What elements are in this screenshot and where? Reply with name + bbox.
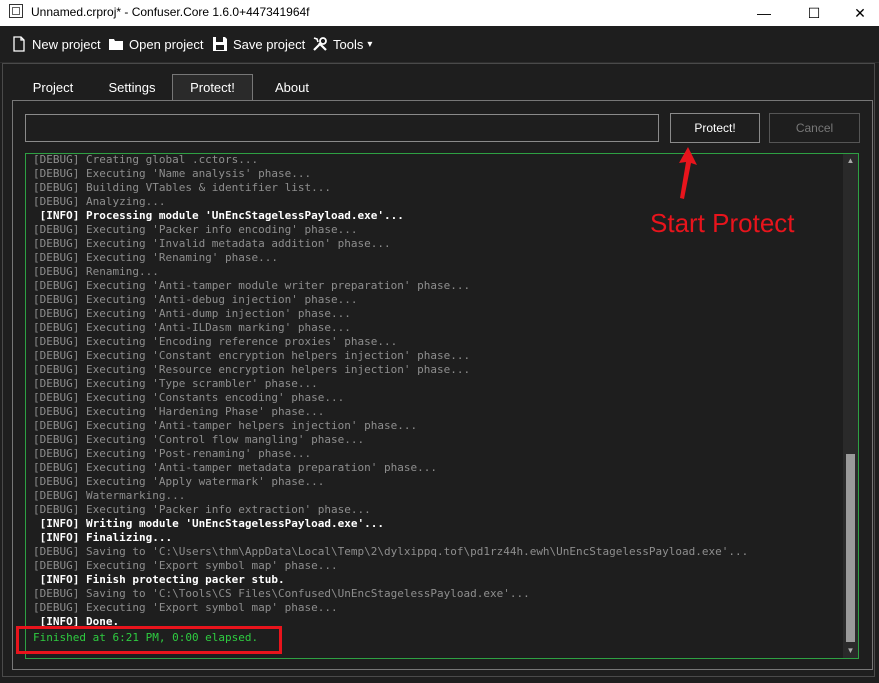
- log-line: [INFO] Processing module 'UnEncStageless…: [33, 209, 404, 222]
- log-line: [DEBUG] Building VTables & identifier li…: [33, 181, 332, 194]
- log-line: [DEBUG] Executing 'Resource encryption h…: [33, 363, 471, 376]
- log-line: [DEBUG] Executing 'Packer info encoding'…: [33, 223, 358, 236]
- project-path-field[interactable]: [25, 114, 659, 142]
- log-line: [DEBUG] Executing 'Anti-ILDasm marking' …: [33, 321, 351, 334]
- log-line: [DEBUG] Executing 'Packer info extractio…: [33, 503, 371, 516]
- log-line: [DEBUG] Executing 'Anti-debug injection'…: [33, 293, 358, 306]
- new-file-icon: [11, 36, 27, 52]
- protect-button[interactable]: Protect!: [670, 113, 760, 143]
- log-line: [DEBUG] Renaming...: [33, 265, 159, 278]
- log-line: [DEBUG] Executing 'Renaming' phase...: [33, 251, 279, 264]
- log-line: [DEBUG] Executing 'Apply watermark' phas…: [33, 475, 325, 488]
- close-button[interactable]: ✕: [837, 0, 879, 26]
- log-line: [INFO] Writing module 'UnEncStagelessPay…: [33, 517, 384, 530]
- log-line: [DEBUG] Executing 'Control flow mangling…: [33, 433, 365, 446]
- log-line: [DEBUG] Executing 'Anti-dump injection' …: [33, 307, 351, 320]
- tools-label: Tools: [333, 36, 364, 52]
- new-project-button[interactable]: New project: [11, 35, 101, 53]
- open-project-label: Open project: [129, 36, 204, 52]
- window-title: Unnamed.crproj* - Confuser.Core 1.6.0+44…: [31, 5, 310, 19]
- cancel-button[interactable]: Cancel: [769, 113, 860, 143]
- finished-highlight-box: [16, 626, 282, 654]
- save-project-button[interactable]: Save project: [212, 35, 305, 53]
- log-line: [DEBUG] Executing 'Type scrambler' phase…: [33, 377, 318, 390]
- log-line: [DEBUG] Saving to 'C:\Tools\CS Files\Con…: [33, 587, 530, 600]
- log-line: [DEBUG] Watermarking...: [33, 489, 186, 502]
- tools-icon: [312, 36, 328, 52]
- log-line: [DEBUG] Executing 'Post-renaming' phase.…: [33, 447, 312, 460]
- log-line: [DEBUG] Executing 'Name analysis' phase.…: [33, 167, 312, 180]
- maximize-button[interactable]: ☐: [791, 0, 837, 26]
- log-line: [DEBUG] Executing 'Invalid metadata addi…: [33, 237, 391, 250]
- toolbar: New project Open project Save project To…: [0, 26, 879, 63]
- log-line: [DEBUG] Executing 'Encoding reference pr…: [33, 335, 398, 348]
- scroll-up-icon[interactable]: ▲: [843, 154, 858, 168]
- scroll-down-icon[interactable]: ▼: [843, 644, 858, 658]
- minimize-button[interactable]: —: [741, 0, 787, 26]
- log-line: [DEBUG] Executing 'Anti-tamper module wr…: [33, 279, 471, 292]
- tab-protect[interactable]: Protect!: [172, 74, 253, 100]
- red-arrow-annotation: [679, 147, 697, 199]
- log-line: [DEBUG] Executing 'Hardening Phase' phas…: [33, 405, 325, 418]
- log-line: [INFO] Finalizing...: [33, 531, 173, 544]
- folder-icon: [108, 36, 124, 52]
- scrollbar-thumb[interactable]: [846, 454, 855, 642]
- log-line: [DEBUG] Executing 'Export symbol map' ph…: [33, 601, 338, 614]
- log-line: [DEBUG] Executing 'Constant encryption h…: [33, 349, 471, 362]
- chevron-down-icon: ▾: [367, 38, 373, 50]
- tab-project[interactable]: Project: [14, 74, 92, 100]
- log-line: [DEBUG] Creating global .cctors...: [33, 153, 259, 166]
- new-project-label: New project: [32, 36, 101, 52]
- save-disk-icon: [212, 36, 228, 52]
- log-line: [INFO] Finish protecting packer stub.: [33, 573, 285, 586]
- tools-menu-button[interactable]: Tools ▾: [312, 35, 372, 53]
- log-line: [DEBUG] Analyzing...: [33, 195, 166, 208]
- log-scrollbar[interactable]: ▲ ▼: [843, 154, 858, 658]
- tab-about[interactable]: About: [253, 74, 331, 100]
- open-project-button[interactable]: Open project: [108, 35, 203, 53]
- tab-settings[interactable]: Settings: [92, 74, 172, 100]
- log-line: [DEBUG] Executing 'Anti-tamper metadata …: [33, 461, 437, 474]
- log-line: [DEBUG] Saving to 'C:\Users\thm\AppData\…: [33, 545, 749, 558]
- app-icon: [9, 4, 23, 18]
- save-project-label: Save project: [233, 36, 306, 52]
- start-protect-annotation: Start Protect: [650, 208, 795, 238]
- log-line: [DEBUG] Executing 'Anti-tamper helpers i…: [33, 419, 418, 432]
- title-bar: Unnamed.crproj* - Confuser.Core 1.6.0+44…: [0, 0, 879, 26]
- log-line: [DEBUG] Executing 'Constants encoding' p…: [33, 391, 345, 404]
- log-line: [DEBUG] Executing 'Export symbol map' ph…: [33, 559, 338, 572]
